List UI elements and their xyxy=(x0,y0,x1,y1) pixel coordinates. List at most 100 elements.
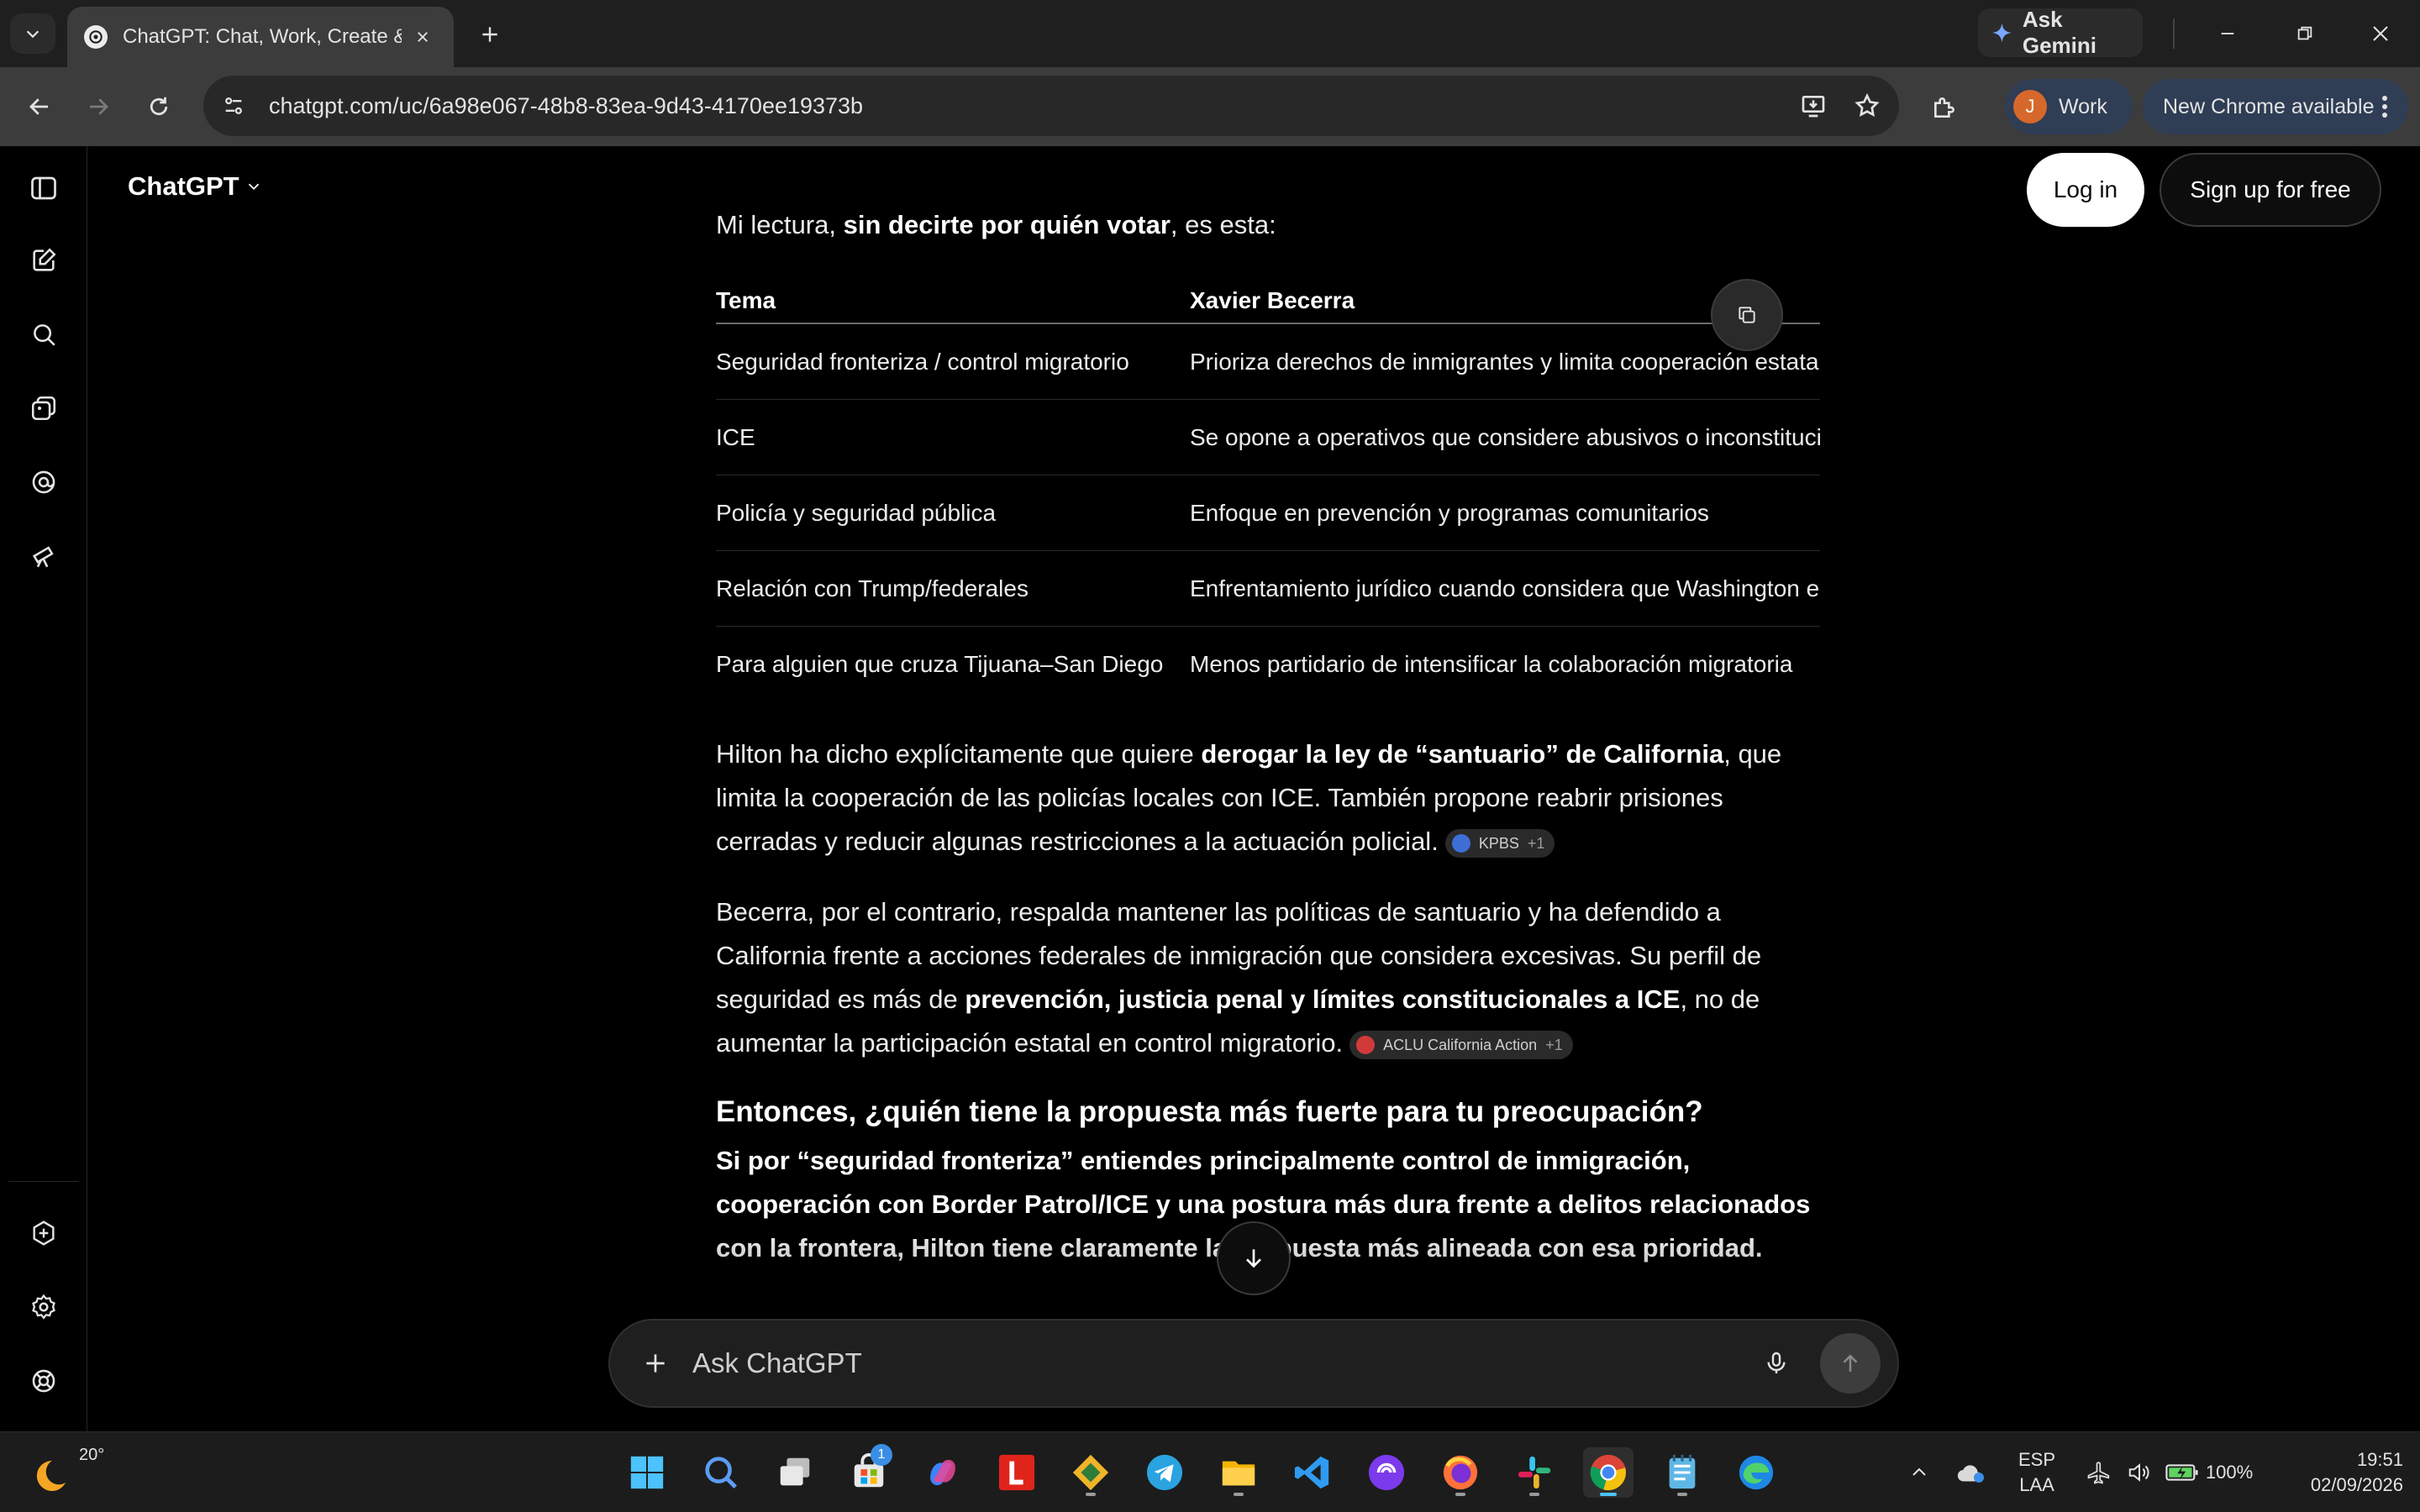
settings-button[interactable] xyxy=(22,1285,66,1329)
taskbar-app-firefox[interactable] xyxy=(1435,1447,1486,1498)
toggle-sidebar-button[interactable] xyxy=(22,166,66,210)
taskbar-app-git[interactable] xyxy=(1065,1447,1116,1498)
running-indicator xyxy=(1600,1493,1617,1496)
signup-button[interactable]: Sign up for free xyxy=(2160,153,2381,227)
taskbar-search-button[interactable] xyxy=(696,1447,746,1498)
chrome-update-button[interactable]: New Chrome available xyxy=(2143,79,2408,134)
new-chat-button[interactable] xyxy=(22,239,66,282)
taskbar-app-l[interactable] xyxy=(992,1447,1042,1498)
ask-gemini-button[interactable]: Ask Gemini xyxy=(1978,7,2143,58)
browser-tab-active[interactable]: ChatGPT: Chat, Work, Create & xyxy=(67,7,454,67)
minimize-button[interactable] xyxy=(2196,8,2259,59)
hexagon-plus-icon xyxy=(33,1221,55,1246)
reload-button[interactable] xyxy=(138,86,180,128)
citation-chip[interactable]: ACLU California Action +1 xyxy=(1349,1030,1573,1059)
back-button[interactable] xyxy=(18,86,60,128)
attach-button[interactable] xyxy=(630,1338,681,1389)
taskbar-app-copilot[interactable] xyxy=(918,1447,968,1498)
login-button[interactable]: Log in xyxy=(2027,153,2144,227)
help-button[interactable] xyxy=(22,1359,66,1403)
tab-search-button[interactable] xyxy=(10,13,55,54)
citation-chip[interactable]: KPBS +1 xyxy=(1444,828,1555,858)
show-hidden-icons-button[interactable] xyxy=(1902,1449,1936,1496)
notepad-icon xyxy=(1669,1454,1696,1489)
taskbar-app-store[interactable]: 1 xyxy=(844,1444,894,1498)
weather-widget[interactable]: 20° xyxy=(27,1444,104,1499)
language-indicator[interactable]: ESP LAA xyxy=(2013,1447,2060,1498)
taskbar-app-slack[interactable] xyxy=(1509,1447,1560,1498)
arrow-left-icon xyxy=(29,98,48,115)
table-row: Para alguien que cruza Tijuana–San Diego… xyxy=(716,627,1820,702)
taskbar-app-explorer[interactable] xyxy=(1213,1447,1264,1498)
taskbar-app-vscode[interactable] xyxy=(1287,1447,1338,1498)
bookmark-button[interactable] xyxy=(1840,79,1894,133)
scroll-to-bottom-button[interactable] xyxy=(1217,1221,1291,1295)
battery-indicator[interactable]: 100% xyxy=(2163,1449,2255,1496)
codex-button[interactable] xyxy=(22,460,66,504)
site-info-button[interactable] xyxy=(210,82,257,129)
dictate-button[interactable] xyxy=(1751,1338,1802,1389)
library-button[interactable] xyxy=(22,386,66,430)
start-button[interactable] xyxy=(622,1447,672,1498)
speaker-icon xyxy=(2128,1463,2149,1482)
taskbar-app-notepad[interactable] xyxy=(1657,1447,1707,1498)
plus-icon xyxy=(646,1354,665,1373)
airplane-mode-icon[interactable] xyxy=(2082,1449,2116,1496)
restore-button[interactable] xyxy=(2274,8,2336,59)
sidebar xyxy=(0,146,87,1431)
install-icon xyxy=(1802,96,1825,118)
forward-button[interactable] xyxy=(77,86,119,128)
close-window-button[interactable] xyxy=(2349,8,2412,59)
model-selector[interactable]: ChatGPT xyxy=(128,171,263,202)
clock-date: 02/09/2026 xyxy=(2310,1474,2403,1495)
taskbar-app-telegram[interactable] xyxy=(1139,1447,1190,1498)
slack-icon xyxy=(1518,1456,1551,1489)
table-cell: ICE xyxy=(716,424,755,450)
paragraph-text: Hilton ha dicho explícitamente que quier… xyxy=(716,739,1202,769)
install-app-button[interactable] xyxy=(1786,79,1840,133)
table-header-cell: Xavier Becerra xyxy=(1190,287,1355,313)
task-view-icon xyxy=(780,1457,810,1486)
gear-icon xyxy=(32,1294,55,1320)
task-view-button[interactable] xyxy=(770,1447,820,1498)
folder-icon xyxy=(1222,1461,1255,1486)
update-label: New Chrome available xyxy=(2163,94,2375,118)
chevron-up-icon xyxy=(1912,1467,1926,1476)
chevron-down-icon xyxy=(26,30,39,39)
copilot-icon xyxy=(930,1459,955,1486)
assistant-message: Mi lectura, sin decirte por quién votar,… xyxy=(716,146,1820,1322)
close-icon xyxy=(2373,26,2388,41)
taskbar-app-chrome[interactable] xyxy=(1583,1447,1634,1498)
message-input[interactable] xyxy=(692,1347,1751,1379)
table-row: ICE Se opone a operativos que considere … xyxy=(716,400,1820,475)
new-tab-button[interactable] xyxy=(471,15,509,54)
firefox-icon xyxy=(1443,1455,1478,1490)
explore-button[interactable] xyxy=(22,534,66,578)
edge-icon xyxy=(1739,1455,1774,1490)
send-button[interactable] xyxy=(1820,1333,1881,1394)
table-cell: Enfoque en prevención y programas comuni… xyxy=(1190,500,1709,526)
telegram-icon xyxy=(1146,1454,1183,1491)
chrome-icon xyxy=(1590,1454,1627,1491)
clock[interactable]: 19:51 02/09/2026 xyxy=(2269,1447,2403,1498)
ask-gemini-label: Ask Gemini xyxy=(2022,7,2097,58)
tune-icon xyxy=(225,97,242,114)
copy-table-button[interactable] xyxy=(1711,279,1783,351)
upgrade-button[interactable] xyxy=(22,1211,66,1255)
onedrive-tray-icon[interactable] xyxy=(1951,1449,1991,1496)
vscode-icon xyxy=(1294,1456,1329,1489)
paragraph-hilton: Hilton ha dicho explícitamente que quier… xyxy=(716,732,1820,864)
table-cell: Se opone a operativos que considere abus… xyxy=(1190,424,1820,450)
divider xyxy=(8,1181,79,1182)
plus-icon xyxy=(482,27,497,42)
profile-button[interactable]: J Work xyxy=(2005,79,2133,134)
tab-close-button[interactable] xyxy=(408,23,437,51)
volume-icon[interactable] xyxy=(2123,1449,2156,1496)
search-chats-button[interactable] xyxy=(22,312,66,356)
taskbar-app-edge[interactable] xyxy=(1731,1447,1781,1498)
address-bar[interactable]: chatgpt.com/uc/6a98e067-48b8-83ea-9d43-4… xyxy=(203,76,1899,136)
search-icon xyxy=(705,1457,738,1489)
taskbar-app-purple[interactable] xyxy=(1361,1447,1412,1498)
intro-suffix: , es esta: xyxy=(1170,210,1276,239)
extensions-button[interactable] xyxy=(1923,86,1966,129)
